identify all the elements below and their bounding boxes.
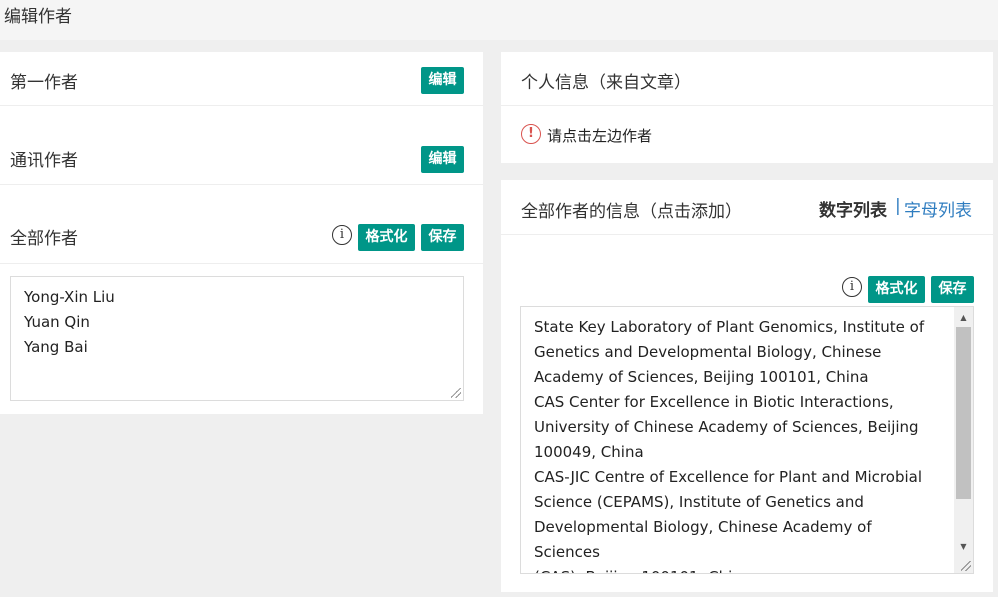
resize-grip-icon[interactable] — [961, 561, 971, 571]
resize-grip-icon[interactable] — [451, 388, 461, 398]
all-info-panel: 全部作者的信息（点击添加） 数字列表 | 字母列表 i 格式化 保存 State… — [501, 180, 993, 592]
personal-info-panel: 个人信息（来自文章） ! 请点击左边作者 — [501, 52, 993, 163]
author-line: Yuan Qin — [24, 313, 90, 331]
corresponding-author-label: 通讯作者 — [10, 151, 78, 171]
info-icon[interactable]: i — [842, 277, 862, 297]
info-line: Science (CEPAMS), Institute of Genetics … — [534, 493, 864, 511]
numeric-list-tab[interactable]: 数字列表 — [819, 196, 887, 221]
corresponding-author-section: 通讯作者 编辑 — [0, 106, 483, 185]
first-author-section: 第一作者 编辑 — [0, 52, 483, 106]
vertical-scrollbar[interactable]: ▲ ▼ — [954, 307, 973, 573]
first-author-label: 第一作者 — [10, 73, 78, 93]
format-authors-button[interactable]: 格式化 — [358, 224, 415, 251]
all-info-header: 全部作者的信息（点击添加） 数字列表 | 字母列表 — [501, 180, 993, 235]
info-line: State Key Laboratory of Plant Genomics, … — [534, 318, 925, 336]
author-line: Yong-Xin Liu — [24, 288, 115, 306]
info-line: University of Chinese Academy of Science… — [534, 418, 919, 436]
personal-info-header: 个人信息（来自文章） — [501, 52, 993, 106]
info-line: CAS Center for Excellence in Biotic Inte… — [534, 393, 894, 411]
scroll-down-icon[interactable]: ▼ — [954, 538, 973, 555]
list-separator: | — [895, 196, 901, 216]
personal-info-title: 个人信息（来自文章） — [521, 73, 691, 93]
page-title: 编辑作者 — [4, 7, 72, 27]
authors-panel: 第一作者 编辑 通讯作者 编辑 全部作者 i 格式化 保存 Yong-Xin L… — [0, 52, 483, 414]
info-line: (CAS), Beijing 100101, China — [534, 565, 941, 573]
all-info-title: 全部作者的信息（点击添加） — [521, 202, 742, 222]
author-line: Yang Bai — [24, 338, 88, 356]
edit-first-author-button[interactable]: 编辑 — [421, 67, 464, 94]
edit-corresponding-author-button[interactable]: 编辑 — [421, 146, 464, 173]
scroll-thumb[interactable] — [956, 327, 971, 499]
scroll-up-icon[interactable]: ▲ — [954, 309, 973, 326]
all-authors-section: 全部作者 i 格式化 保存 — [0, 185, 483, 264]
all-authors-label: 全部作者 — [10, 229, 78, 249]
format-info-button[interactable]: 格式化 — [868, 276, 925, 303]
all-info-textarea[interactable]: State Key Laboratory of Plant Genomics, … — [520, 306, 974, 574]
save-authors-button[interactable]: 保存 — [421, 224, 464, 251]
alpha-list-tab[interactable]: 字母列表 — [904, 196, 972, 221]
alert-icon: ! — [521, 124, 541, 144]
info-line: Developmental Biology, Chinese Academy o… — [534, 518, 872, 561]
save-info-button[interactable]: 保存 — [931, 276, 974, 303]
info-line: CAS-JIC Centre of Excellence for Plant a… — [534, 468, 922, 486]
info-line: Genetics and Developmental Biology, Chin… — [534, 343, 882, 361]
page-header: 编辑作者 — [0, 0, 998, 40]
all-authors-textarea[interactable]: Yong-Xin Liu Yuan Qin Yang Bai — [10, 276, 464, 401]
personal-info-message: 请点击左边作者 — [547, 127, 653, 145]
info-icon[interactable]: i — [332, 225, 352, 245]
info-line: 100049, China — [534, 443, 644, 461]
info-line: Academy of Sciences, Beijing 100101, Chi… — [534, 368, 869, 386]
